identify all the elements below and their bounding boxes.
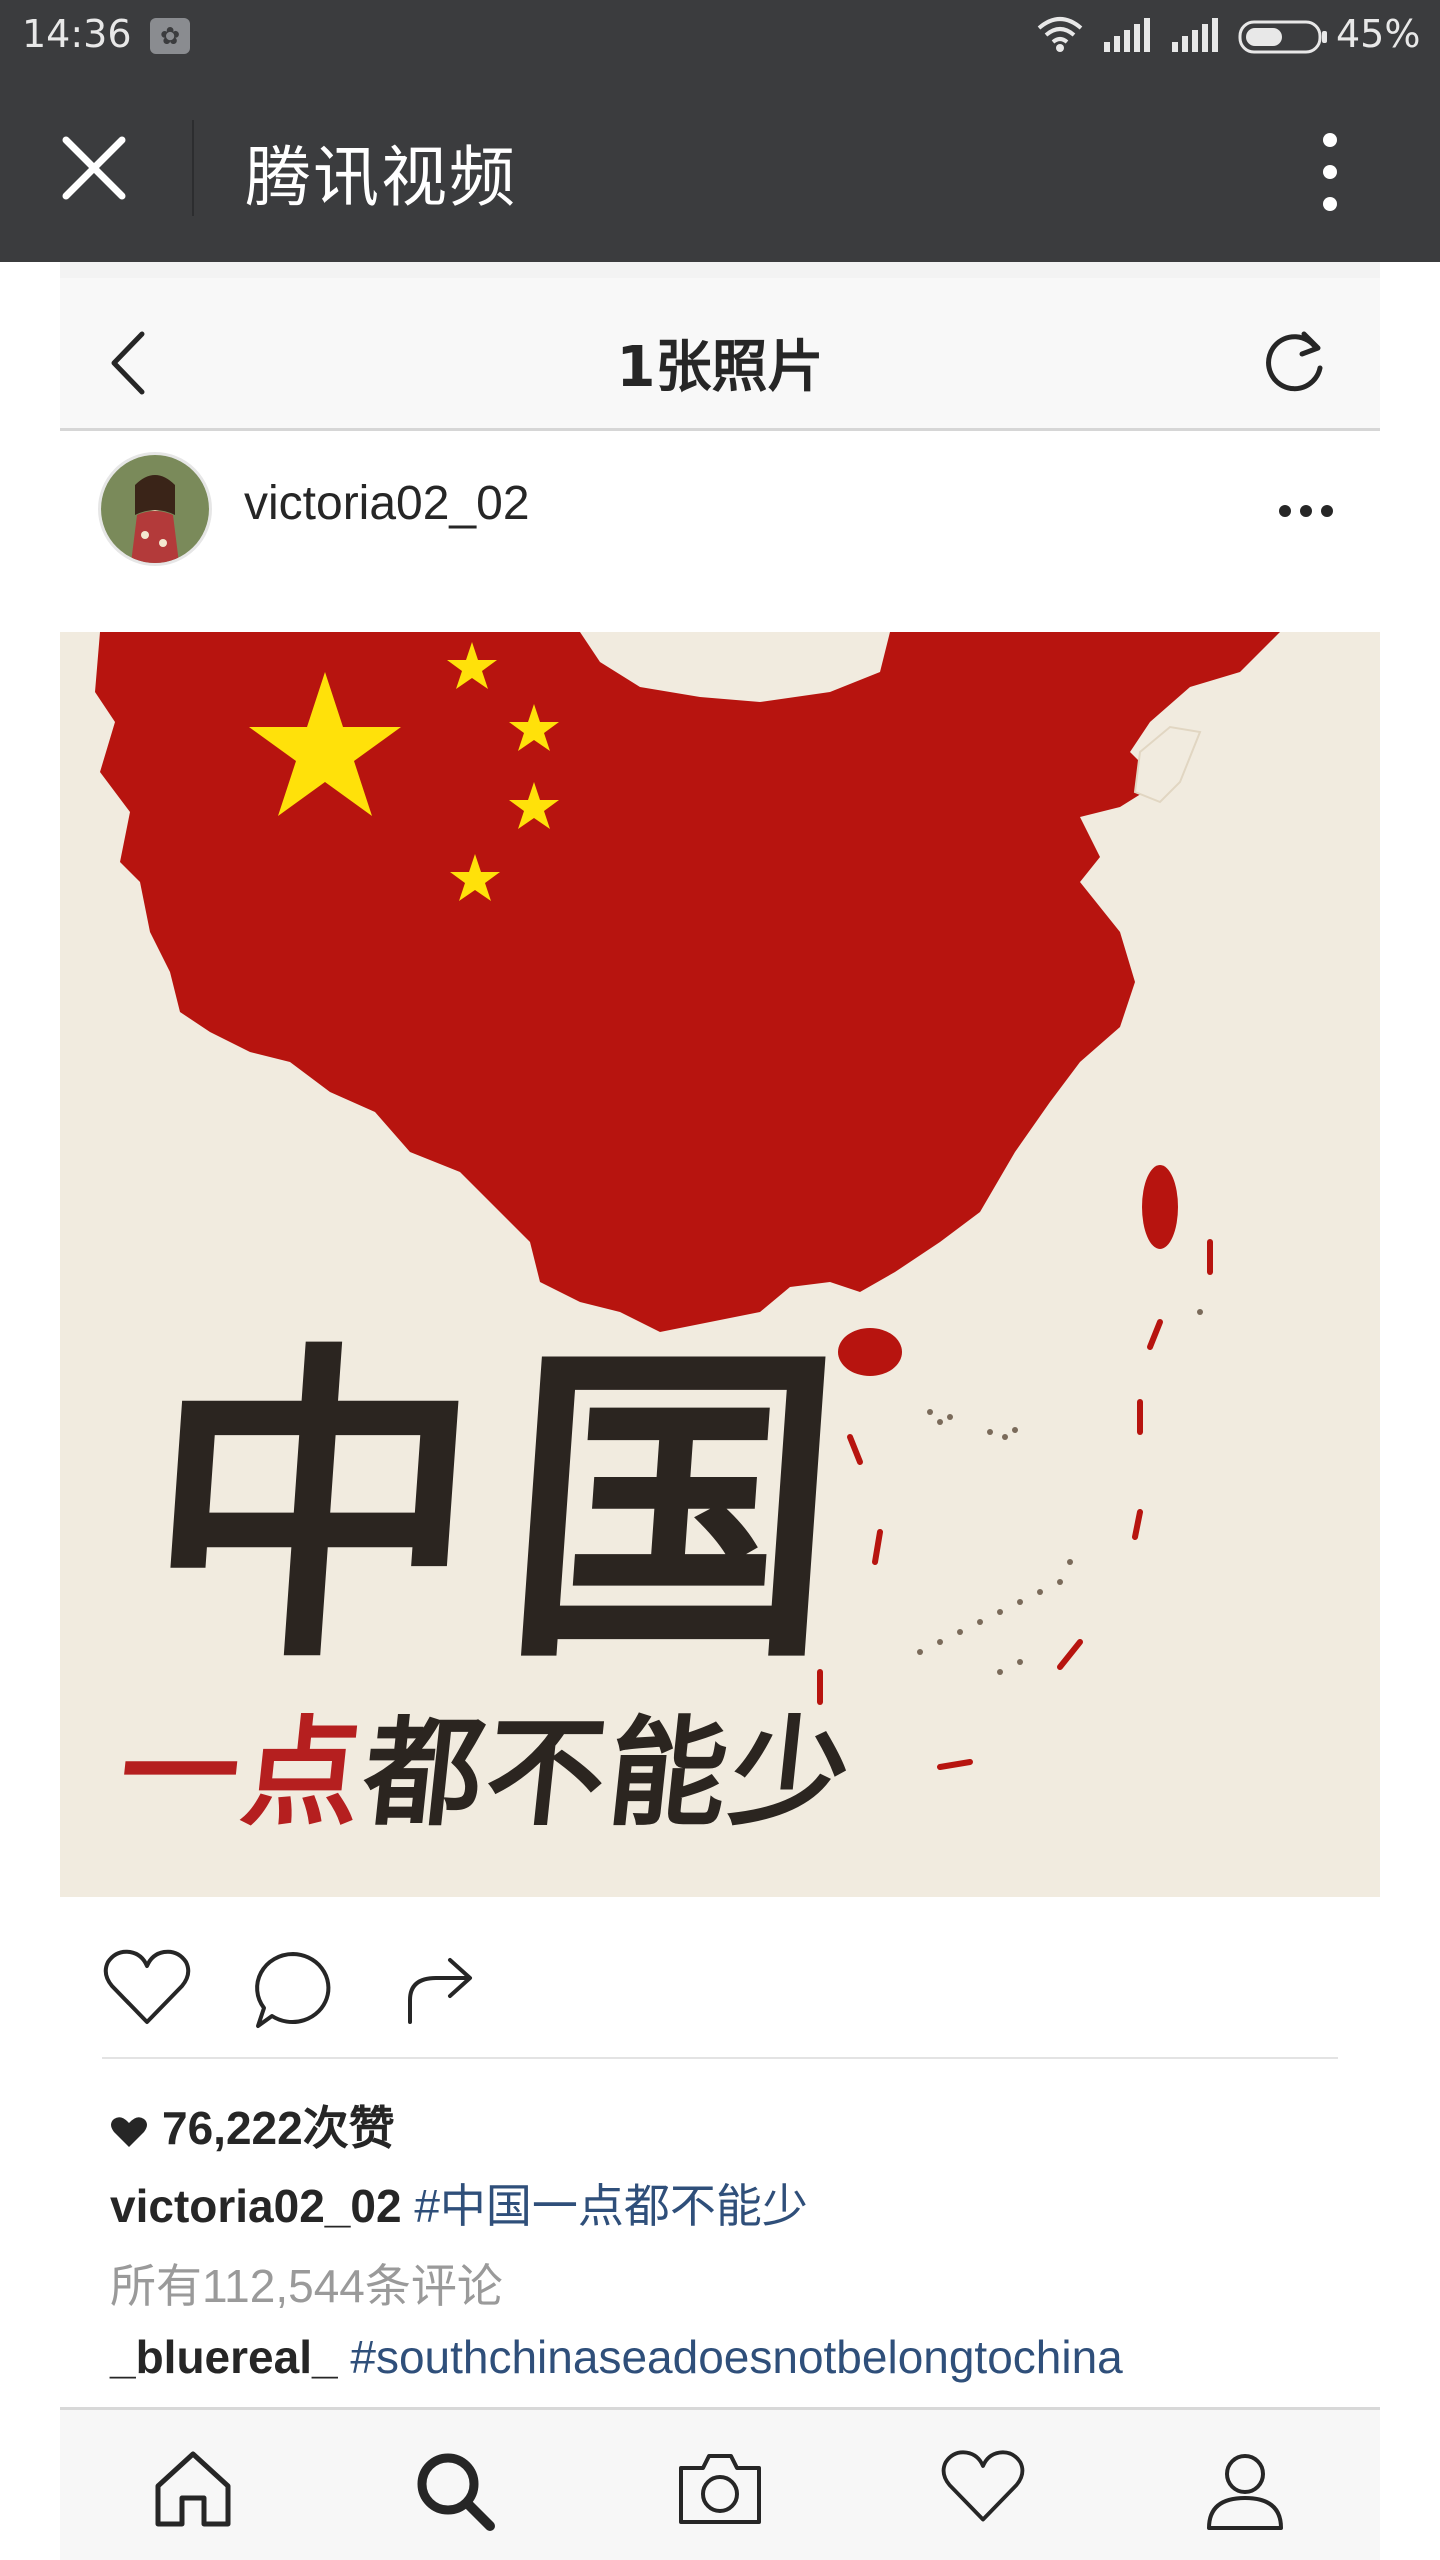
comment-item: _bluereal_ #southchinaseadoesnotbelongto… bbox=[110, 2330, 1123, 2384]
signal-icon bbox=[1172, 18, 1218, 52]
post-header: victoria02_02 bbox=[60, 432, 1380, 592]
avatar[interactable] bbox=[98, 452, 212, 566]
app-notification-icon: ✿ bbox=[150, 18, 190, 54]
heart-icon[interactable] bbox=[940, 2448, 1026, 2526]
status-bar: 14:36 ✿ 45% bbox=[0, 0, 1440, 72]
image-sub-text-red: 一点 bbox=[113, 1703, 373, 1842]
shared-screenshot: 1张照片 victoria02_02 中国 一点都不能少 76,222次赞 vi… bbox=[60, 262, 1380, 2560]
home-icon[interactable] bbox=[150, 2448, 236, 2528]
post-caption: victoria02_02 #中国一点都不能少 bbox=[110, 2170, 808, 2236]
view-all-comments-link[interactable]: 所有112,544条评论 bbox=[110, 2250, 503, 2316]
refresh-icon[interactable] bbox=[1260, 326, 1330, 396]
post-username[interactable]: victoria02_02 bbox=[244, 476, 530, 531]
caption-hashtag[interactable]: #中国一点都不能少 bbox=[414, 2180, 808, 2232]
heart-icon[interactable] bbox=[102, 1948, 192, 2028]
comment-username[interactable]: _bluereal_ bbox=[110, 2331, 338, 2383]
instagram-nav-bar: 1张照片 bbox=[60, 278, 1380, 431]
profile-icon[interactable] bbox=[1203, 2448, 1287, 2532]
image-sub-text: 一点都不能少 bbox=[113, 1677, 863, 1848]
image-sub-text-rest: 都不能少 bbox=[357, 1703, 861, 1842]
post-image[interactable]: 中国 一点都不能少 bbox=[60, 632, 1380, 1897]
heart-filled-icon bbox=[111, 2117, 147, 2147]
more-horizontal-icon[interactable] bbox=[1278, 504, 1334, 518]
share-icon[interactable] bbox=[400, 1948, 480, 2028]
signal-icon bbox=[1104, 18, 1150, 52]
post-actions bbox=[60, 1922, 1380, 2032]
caption-username[interactable]: victoria02_02 bbox=[110, 2180, 402, 2232]
battery-icon bbox=[1238, 20, 1327, 54]
nav-title: 1张照片 bbox=[616, 335, 824, 400]
battery-percentage: 45% bbox=[1336, 12, 1421, 56]
image-main-text: 中国 bbox=[134, 1314, 882, 1702]
page-title: 腾讯视频 bbox=[245, 139, 517, 216]
header-divider bbox=[192, 120, 194, 216]
browser-header: 腾讯视频 bbox=[0, 72, 1440, 262]
more-vertical-icon[interactable] bbox=[1310, 122, 1350, 222]
close-icon[interactable] bbox=[58, 132, 130, 204]
comment-icon[interactable] bbox=[250, 1948, 336, 2032]
search-icon[interactable] bbox=[412, 2448, 496, 2532]
comment-hashtag[interactable]: #southchinaseadoesnotbelongtochina bbox=[350, 2331, 1122, 2383]
likes-text: 76,222次赞 bbox=[162, 2102, 395, 2154]
camera-icon[interactable] bbox=[675, 2448, 765, 2528]
wifi-icon bbox=[1037, 17, 1083, 52]
actions-divider bbox=[102, 2057, 1338, 2059]
cropped-status-strip bbox=[60, 262, 1380, 278]
bottom-tab-bar bbox=[60, 2407, 1380, 2560]
likes-count[interactable]: 76,222次赞 bbox=[110, 2092, 395, 2158]
status-time: 14:36 bbox=[22, 12, 132, 56]
